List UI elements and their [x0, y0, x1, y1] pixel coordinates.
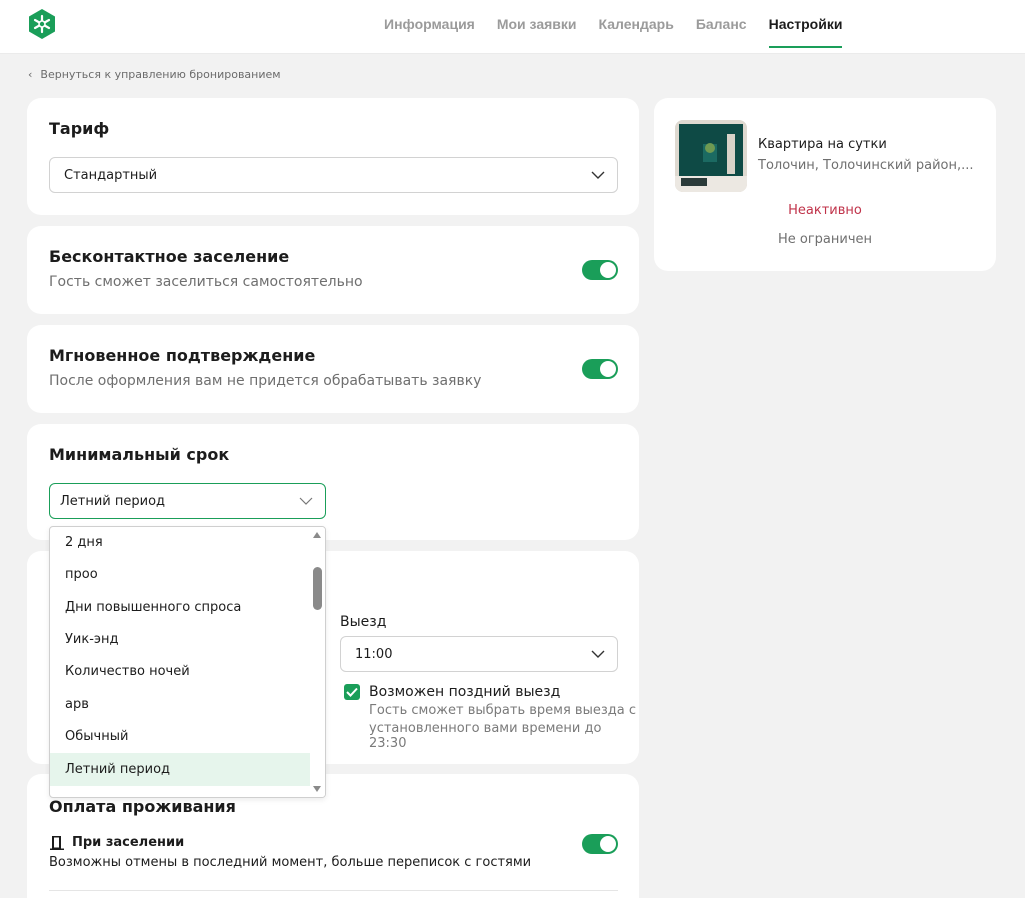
min-term-card: Минимальный срок Летний период [27, 424, 639, 540]
checkout-label: Выезд [340, 614, 387, 630]
min-term-select-value: Летний период [60, 493, 166, 509]
checkout-time-select[interactable]: 11:00 [340, 636, 618, 672]
dropdown-option[interactable]: арв [50, 689, 311, 721]
tariff-title: Тариф [49, 119, 110, 138]
dropdown-option[interactable]: Количество ночей [50, 656, 311, 688]
contactless-card: Бесконтактное заселение Гость сможет зас… [27, 226, 639, 314]
tariff-select[interactable]: Стандартный [49, 157, 618, 193]
nav-item-my-requests[interactable]: Мои заявки [497, 0, 577, 54]
nav-item-balance[interactable]: Баланс [696, 0, 747, 54]
tariff-select-value: Стандартный [64, 167, 158, 183]
instant-toggle[interactable] [582, 359, 618, 379]
property-photo [675, 120, 747, 192]
chevron-down-icon [299, 497, 313, 505]
instant-confirmation-card: Мгновенное подтверждение После оформлени… [27, 325, 639, 413]
property-limit: Не ограничен [777, 232, 873, 247]
scroll-up-arrow-icon[interactable] [313, 532, 321, 538]
property-card: Квартира на сутки Толочин, Толочинский р… [654, 98, 996, 271]
door-icon [50, 836, 64, 850]
on-checkin-label: При заселении [72, 835, 185, 850]
check-icon [346, 687, 358, 697]
contactless-title: Бесконтактное заселение [49, 247, 290, 266]
property-photo-image [675, 120, 747, 192]
payment-title: Оплата проживания [49, 797, 236, 816]
divider [49, 890, 618, 891]
dropdown-option[interactable]: Уик-энд [50, 624, 311, 656]
min-term-title: Минимальный срок [49, 445, 230, 464]
checkout-time-value: 11:00 [355, 646, 393, 662]
back-link[interactable]: ‹ Вернуться к управлению бронированием [28, 68, 281, 81]
on-checkin-description: Возможны отмены в последний момент, боль… [49, 855, 532, 870]
back-link-label: Вернуться к управлению бронированием [40, 68, 281, 81]
nav-item-info[interactable]: Информация [384, 0, 475, 54]
contactless-toggle[interactable] [582, 260, 618, 280]
instant-subtitle: После оформления вам не придется обрабат… [49, 373, 482, 389]
dropdown-option-selected[interactable]: Летний период [50, 753, 311, 786]
on-checkin-toggle[interactable] [582, 834, 618, 854]
chevron-left-icon: ‹ [28, 68, 33, 81]
dropdown-option[interactable]: Дни повышенного спроса [50, 592, 311, 624]
top-navigation-bar: Информация Мои заявки Календарь Баланс Н… [0, 0, 1025, 54]
late-checkout-description-2: установленного вами времени до 23:30 [369, 721, 602, 751]
logo-icon[interactable] [26, 8, 58, 40]
min-term-select[interactable]: Летний период [49, 483, 326, 519]
nav-item-calendar[interactable]: Календарь [599, 0, 674, 54]
property-status: Неактивно [788, 203, 862, 218]
dropdown-option[interactable]: 2 дня [50, 527, 311, 559]
late-checkout-checkbox[interactable] [344, 684, 360, 700]
contactless-subtitle: Гость сможет заселиться самостоятельно [49, 274, 363, 290]
scroll-down-arrow-icon[interactable] [313, 786, 321, 792]
main-nav: Информация Мои заявки Календарь Баланс Н… [384, 0, 864, 54]
toggle-knob [600, 836, 616, 852]
late-checkout-label: Возможен поздний выезд [369, 684, 561, 700]
property-name[interactable]: Квартира на сутки [758, 137, 887, 152]
dropdown-option[interactable]: проо [50, 559, 311, 591]
tariff-card: Тариф Стандартный [27, 98, 639, 215]
dropdown-option[interactable]: Обычный [50, 721, 311, 753]
dropdown-scrollbar[interactable] [310, 527, 325, 797]
toggle-knob [600, 361, 616, 377]
chevron-down-icon [591, 650, 605, 658]
chevron-down-icon [591, 171, 605, 179]
scrollbar-thumb[interactable] [313, 567, 322, 610]
instant-title: Мгновенное подтверждение [49, 346, 316, 365]
late-checkout-description-1: Гость сможет выбрать время выезда с [369, 703, 636, 718]
nav-item-settings[interactable]: Настройки [768, 0, 842, 54]
property-address: Толочин, Толочинский район,... [758, 158, 974, 173]
toggle-knob [600, 262, 616, 278]
min-term-dropdown-list[interactable]: 2 дня проо Дни повышенного спроса Уик-эн… [49, 526, 326, 798]
